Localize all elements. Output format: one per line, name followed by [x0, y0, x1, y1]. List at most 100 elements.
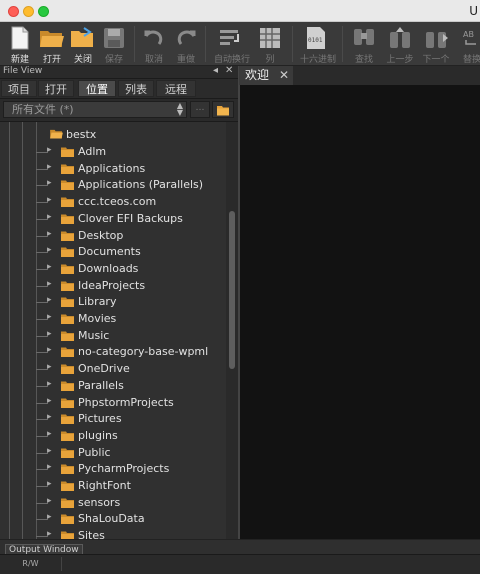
tree-root-label: bestx [66, 128, 97, 141]
close-window-button[interactable] [8, 6, 19, 17]
expand-chevron-icon[interactable]: ▸ [47, 312, 52, 322]
tree-scrollbar-thumb[interactable] [229, 211, 235, 369]
folder-icon [217, 106, 229, 116]
filter-options-button[interactable]: … [190, 101, 210, 118]
tree-folder-item[interactable]: ▸ Parallels [0, 378, 226, 395]
minimize-window-button[interactable] [23, 6, 34, 17]
replace-button[interactable]: AB 替换 [456, 24, 480, 65]
tree-folder-item[interactable]: ▸ PycharmProjects [0, 461, 226, 478]
expand-chevron-icon[interactable]: ▸ [47, 245, 52, 255]
tree-folder-item[interactable]: ▸ Public [0, 445, 226, 462]
redo-button[interactable]: 重做 [170, 24, 202, 65]
folder-icon [61, 481, 74, 491]
tree-root-bestx[interactable]: bestx [0, 127, 226, 144]
expand-chevron-icon[interactable]: ▸ [47, 462, 52, 472]
tree-folder-item[interactable]: ▸ RightFont [0, 478, 226, 495]
select-arrows-icon: ▲ ▼ [176, 101, 183, 117]
tree-folder-item[interactable]: ▸ Pictures [0, 411, 226, 428]
expand-chevron-icon[interactable]: ▸ [47, 429, 52, 439]
tree-folder-item[interactable]: ▸ no-category-base-wpml [0, 344, 226, 361]
zoom-window-button[interactable] [38, 6, 49, 17]
new-file-button[interactable]: 新建 [4, 24, 36, 65]
word-wrap-button[interactable]: 自动换行 [214, 24, 250, 65]
editor-tab-bar: 欢迎 ✕ [239, 66, 480, 85]
tree-folder-item[interactable]: ▸ Sites [0, 528, 226, 539]
browse-folder-button[interactable] [212, 101, 234, 118]
file-type-filter-select[interactable]: 所有文件 (*) ▲ ▼ [3, 101, 187, 118]
tree-folder-item[interactable]: ▸ Applications [0, 161, 226, 178]
expand-chevron-icon[interactable]: ▸ [47, 145, 52, 155]
folder-icon [61, 197, 74, 207]
close-file-button[interactable]: 关闭 [67, 24, 99, 65]
toolbar-separator [342, 26, 343, 62]
find-next-button[interactable]: 下一个 [420, 24, 452, 65]
expand-chevron-icon[interactable]: ▸ [47, 479, 52, 489]
tree-folder-label: Applications [78, 162, 146, 175]
tree-folder-item[interactable]: ▸ sensors [0, 495, 226, 512]
svg-text:AB: AB [463, 30, 474, 39]
tree-folder-item[interactable]: ▸ IdeaProjects [0, 278, 226, 295]
tree-folder-item[interactable]: ▸ Clover EFI Backups [0, 211, 226, 228]
word-wrap-icon [220, 30, 239, 45]
tree-folder-item[interactable]: ▸ OneDrive [0, 361, 226, 378]
close-file-label: 关闭 [73, 55, 92, 65]
tab-list[interactable]: 列表 [118, 80, 154, 97]
expand-chevron-icon[interactable]: ▸ [47, 262, 52, 272]
read-write-status[interactable]: R/W [0, 557, 62, 571]
tree-folder-item[interactable]: ▸ ccc.tceos.com [0, 194, 226, 211]
tree-folder-label: Movies [78, 312, 117, 325]
expand-chevron-icon[interactable]: ▸ [47, 496, 52, 506]
close-tab-icon[interactable]: ✕ [279, 66, 289, 85]
tree-folder-item[interactable]: ▸ Documents [0, 244, 226, 261]
expand-chevron-icon[interactable]: ▸ [47, 529, 52, 539]
expand-chevron-icon[interactable]: ▸ [47, 446, 52, 456]
tree-folder-item[interactable]: ▸ Movies [0, 311, 226, 328]
tree-folder-item[interactable]: ▸ Library [0, 294, 226, 311]
tree-folder-item[interactable]: ▸ Applications (Parallels) [0, 177, 226, 194]
panel-close-icon[interactable]: ✕ [225, 65, 233, 76]
save-button[interactable]: 保存 [98, 24, 130, 65]
expand-chevron-icon[interactable]: ▸ [47, 195, 52, 205]
tree-folder-label: Documents [78, 245, 141, 258]
tree-folder-item[interactable]: ▸ PhpstormProjects [0, 395, 226, 412]
expand-chevron-icon[interactable]: ▸ [47, 345, 52, 355]
tree-folder-item[interactable]: ▸ Music [0, 328, 226, 345]
expand-chevron-icon[interactable]: ▸ [47, 396, 52, 406]
expand-chevron-icon[interactable]: ▸ [47, 362, 52, 372]
expand-chevron-icon[interactable]: ▸ [47, 229, 52, 239]
expand-chevron-icon[interactable]: ▸ [47, 295, 52, 305]
tree-folder-label: IdeaProjects [78, 279, 146, 292]
expand-chevron-icon[interactable]: ▸ [47, 279, 52, 289]
column-mode-label: 列 [265, 55, 275, 65]
expand-chevron-icon[interactable]: ▸ [47, 412, 52, 422]
panel-collapse-icon[interactable]: ◂ [213, 65, 218, 76]
tree-folder-item[interactable]: ▸ plugins [0, 428, 226, 445]
editor-area[interactable] [239, 85, 480, 539]
tab-location[interactable]: 位置 [78, 80, 116, 97]
hex-mode-button[interactable]: 0101 十六进制 [300, 24, 336, 65]
tab-project[interactable]: 项目 [1, 80, 37, 97]
tree-folder-item[interactable]: ▸ Downloads [0, 261, 226, 278]
folder-icon [61, 431, 74, 441]
expand-chevron-icon[interactable]: ▸ [47, 162, 52, 172]
undo-button[interactable]: 取消 [138, 24, 170, 65]
tab-remote[interactable]: 远程 [156, 80, 196, 97]
find-button[interactable]: 查找 [348, 24, 380, 65]
column-mode-button[interactable]: 列 [254, 24, 286, 65]
open-button[interactable]: 打开 [36, 24, 68, 65]
window-title: U [469, 4, 478, 18]
expand-chevron-icon[interactable]: ▸ [47, 512, 52, 522]
folder-icon [61, 498, 74, 508]
expand-chevron-icon[interactable]: ▸ [47, 379, 52, 389]
find-prev-button[interactable]: 上一步 [384, 24, 416, 65]
folder-icon [61, 231, 74, 241]
tree-folder-item[interactable]: ▸ Adlm [0, 144, 226, 161]
expand-chevron-icon[interactable]: ▸ [47, 212, 52, 222]
tree-folder-item[interactable]: ▸ Desktop [0, 228, 226, 245]
expand-chevron-icon[interactable]: ▸ [47, 178, 52, 188]
expand-chevron-icon[interactable]: ▸ [47, 329, 52, 339]
tree-folder-label: Sites [78, 529, 105, 539]
tree-folder-item[interactable]: ▸ ShaLouData [0, 511, 226, 528]
tab-open[interactable]: 打开 [38, 80, 74, 97]
title-bar: U [0, 0, 480, 22]
